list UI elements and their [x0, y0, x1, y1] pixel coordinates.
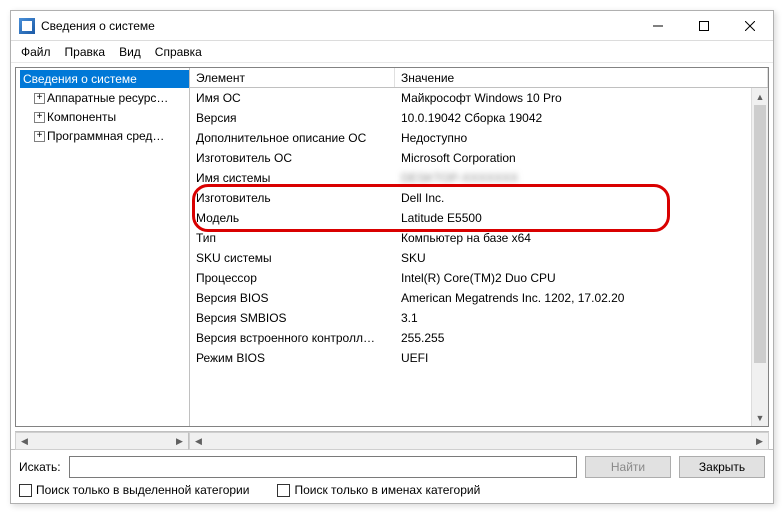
table-row[interactable]: Изготовитель ОСMicrosoft Corporation [190, 148, 768, 168]
chevron-left-icon[interactable]: ◀ [16, 433, 33, 449]
table-row[interactable]: Режим BIOSUEFI [190, 348, 768, 368]
minimize-button[interactable] [635, 11, 681, 41]
table-row[interactable]: МодельLatitude E5500 [190, 208, 768, 228]
table-row[interactable]: ИзготовительDell Inc. [190, 188, 768, 208]
table-row[interactable]: Дополнительное описание ОСНедоступно [190, 128, 768, 148]
menu-view[interactable]: Вид [119, 45, 141, 59]
checkbox-icon[interactable] [19, 484, 32, 497]
table-row[interactable]: Версия SMBIOS3.1 [190, 308, 768, 328]
cell-value: Компьютер на базе x64 [395, 231, 768, 245]
tree-item-label: Программная сред… [47, 129, 164, 143]
table-hscroll[interactable]: ◀ ▶ [189, 432, 769, 450]
vertical-scrollbar[interactable]: ▲ ▼ [751, 88, 768, 426]
menu-edit[interactable]: Правка [65, 45, 106, 59]
cell-element: Имя системы [190, 171, 395, 185]
cell-element: Версия BIOS [190, 291, 395, 305]
title-bar: Сведения о системе [11, 11, 773, 41]
cell-element: Версия встроенного контролл… [190, 331, 395, 345]
menu-file[interactable]: Файл [21, 45, 51, 59]
chevron-right-icon[interactable]: ▶ [171, 433, 188, 449]
menu-help[interactable]: Справка [155, 45, 202, 59]
close-button[interactable] [727, 11, 773, 41]
table-row[interactable]: ТипКомпьютер на базе x64 [190, 228, 768, 248]
nav-tree[interactable]: Сведения о системе + Аппаратные ресурс… … [16, 68, 190, 426]
tree-item-software[interactable]: + Программная сред… [20, 127, 189, 145]
find-button[interactable]: Найти [585, 456, 671, 478]
cell-element: Режим BIOS [190, 351, 395, 365]
plus-icon[interactable]: + [34, 93, 45, 104]
cell-element: Дополнительное описание ОС [190, 131, 395, 145]
cell-value: 3.1 [395, 311, 768, 325]
cell-value: 10.0.19042 Сборка 19042 [395, 111, 768, 125]
table-row[interactable]: Версия BIOSAmerican Megatrends Inc. 1202… [190, 288, 768, 308]
cell-element: Изготовитель ОС [190, 151, 395, 165]
cell-value: Майкрософт Windows 10 Pro [395, 91, 768, 105]
search-panel: Искать: Найти Закрыть Поиск только в выд… [11, 449, 773, 503]
col-value[interactable]: Значение [395, 68, 768, 87]
tree-item-label: Аппаратные ресурс… [47, 91, 168, 105]
system-info-window: Сведения о системе Файл Правка Вид Справ… [10, 10, 774, 504]
cell-element: SKU системы [190, 251, 395, 265]
plus-icon[interactable]: + [34, 112, 45, 123]
chevron-up-icon[interactable]: ▲ [752, 88, 768, 105]
col-element[interactable]: Элемент [190, 68, 395, 87]
cell-value: DESKTOP-XXXXXXX [395, 171, 768, 185]
cell-value: SKU [395, 251, 768, 265]
search-label: Искать: [19, 460, 61, 474]
plus-icon[interactable]: + [34, 131, 45, 142]
maximize-button[interactable] [681, 11, 727, 41]
tree-item-root[interactable]: Сведения о системе [20, 70, 189, 88]
tree-hscroll[interactable]: ◀ ▶ [15, 432, 189, 450]
menu-bar: Файл Правка Вид Справка [11, 41, 773, 63]
table-row[interactable]: Версия встроенного контролл…255.255 [190, 328, 768, 348]
table-row[interactable]: ПроцессорIntel(R) Core(TM)2 Duo CPU [190, 268, 768, 288]
chevron-down-icon[interactable]: ▼ [752, 409, 768, 426]
cell-element: Изготовитель [190, 191, 395, 205]
cell-value: Microsoft Corporation [395, 151, 768, 165]
search-input[interactable] [69, 456, 577, 478]
cell-value: Latitude E5500 [395, 211, 768, 225]
tree-item-hardware[interactable]: + Аппаратные ресурс… [20, 89, 189, 107]
cell-element: Версия SMBIOS [190, 311, 395, 325]
window-title: Сведения о системе [41, 19, 155, 33]
close-search-button[interactable]: Закрыть [679, 456, 765, 478]
cell-value: Dell Inc. [395, 191, 768, 205]
cell-value: Intel(R) Core(TM)2 Duo CPU [395, 271, 768, 285]
app-icon [19, 18, 35, 34]
main-pane: Сведения о системе + Аппаратные ресурс… … [15, 67, 769, 427]
tree-item-label: Сведения о системе [20, 71, 140, 87]
table-body[interactable]: Имя ОСМайкрософт Windows 10 ProВерсия10.… [190, 88, 768, 426]
cell-element: Процессор [190, 271, 395, 285]
chk-only-names[interactable]: Поиск только в именах категорий [277, 483, 480, 497]
table-row[interactable]: Имя ОСМайкрософт Windows 10 Pro [190, 88, 768, 108]
table-row[interactable]: Версия10.0.19042 Сборка 19042 [190, 108, 768, 128]
cell-element: Версия [190, 111, 395, 125]
tree-item-label: Компоненты [47, 110, 116, 124]
tree-item-components[interactable]: + Компоненты [20, 108, 189, 126]
chevron-left-icon[interactable]: ◀ [190, 433, 207, 449]
cell-value: Недоступно [395, 131, 768, 145]
table-header: Элемент Значение [190, 68, 768, 88]
chevron-right-icon[interactable]: ▶ [751, 433, 768, 449]
checkbox-icon[interactable] [277, 484, 290, 497]
cell-element: Модель [190, 211, 395, 225]
cell-value: 255.255 [395, 331, 768, 345]
cell-value: UEFI [395, 351, 768, 365]
cell-element: Имя ОС [190, 91, 395, 105]
hscroll-row: ◀ ▶ ◀ ▶ [15, 431, 769, 449]
cell-value: American Megatrends Inc. 1202, 17.02.20 [395, 291, 768, 305]
cell-element: Тип [190, 231, 395, 245]
details-table: Элемент Значение Имя ОСМайкрософт Window… [190, 68, 768, 426]
table-row[interactable]: Имя системыDESKTOP-XXXXXXX [190, 168, 768, 188]
chk-only-category[interactable]: Поиск только в выделенной категории [19, 483, 249, 497]
table-row[interactable]: SKU системыSKU [190, 248, 768, 268]
